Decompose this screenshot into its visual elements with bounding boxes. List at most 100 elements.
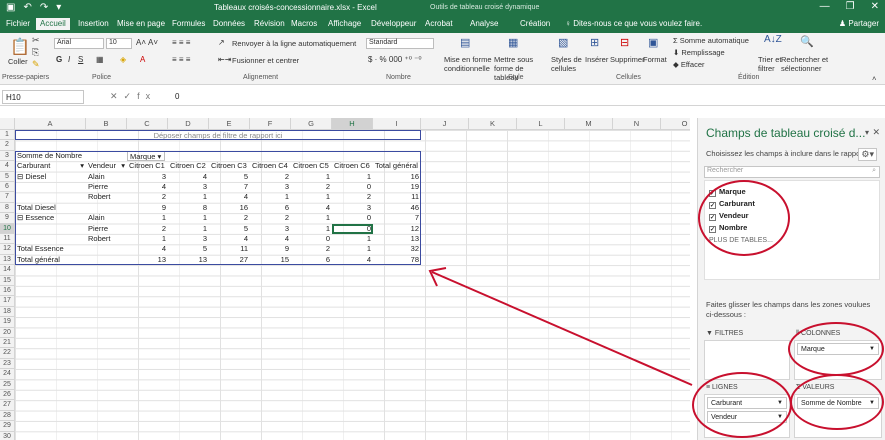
underline-icon[interactable]: S	[78, 55, 83, 64]
column-header-c[interactable]: C	[127, 118, 168, 130]
format-cells-button[interactable]: Format	[643, 55, 667, 64]
align-left-icon[interactable]: ≡ ≡ ≡	[172, 55, 190, 64]
tell-me-search[interactable]: ♀ Dites-nous ce que vous voulez faire.	[565, 19, 702, 28]
row-header-29[interactable]: 29	[0, 421, 15, 432]
font-size-select[interactable]: 10	[106, 38, 132, 49]
bold-icon[interactable]: G	[56, 55, 62, 64]
pane-close-icon[interactable]: ✕	[872, 127, 880, 138]
tab-creation[interactable]: Création	[520, 19, 550, 28]
wrap-text-button[interactable]: Renvoyer à la ligne automatiquement	[232, 39, 356, 48]
row-header-6[interactable]: 6	[0, 182, 15, 193]
row-header-17[interactable]: 17	[0, 296, 15, 307]
column-header-m[interactable]: M	[565, 118, 613, 130]
merge-center-button[interactable]: Fusionner et centrer	[232, 56, 299, 65]
save-icon[interactable]: ▣	[6, 2, 15, 13]
conditional-format-icon[interactable]: ▤	[460, 36, 470, 49]
tab-mise-en-page[interactable]: Mise en page	[117, 19, 165, 28]
column-header-a[interactable]: A	[15, 118, 86, 130]
field-search-input[interactable]: Rechercher ⌕	[704, 166, 880, 178]
gear-icon[interactable]: ⚙▾	[858, 148, 877, 161]
clear-button[interactable]: ◆ Effacer	[673, 60, 704, 69]
row-header-10[interactable]: 10	[0, 223, 15, 234]
spreadsheet-grid[interactable]: ABCDEFGHIJKLMNO 1 2 3 4 5 6 7 8 9 10 11 12 13 14 15 16 1…	[0, 118, 690, 440]
row-header-25[interactable]: 25	[0, 379, 15, 390]
row-header-18[interactable]: 18	[0, 306, 15, 318]
fill-color-icon[interactable]: ◈	[120, 55, 126, 64]
autosum-button[interactable]: Σ Somme automatique	[673, 36, 749, 45]
fill-button[interactable]: ⬇ Remplissage	[673, 48, 725, 57]
align-top-icon[interactable]: ≡ ≡ ≡	[172, 38, 190, 47]
row-header-7[interactable]: 7	[0, 192, 15, 203]
row-header-16[interactable]: 16	[0, 286, 15, 297]
tab-acrobat[interactable]: Acrobat	[425, 19, 453, 28]
sort-filter-icon[interactable]: A↓Z	[764, 34, 782, 45]
tab-developpeur[interactable]: Développeur	[371, 19, 416, 28]
minimize-icon[interactable]: —	[820, 1, 830, 12]
row-header-28[interactable]: 28	[0, 410, 15, 422]
borders-icon[interactable]: ▦	[96, 55, 104, 64]
column-header-b[interactable]: B	[86, 118, 127, 130]
row-header-30[interactable]: 30	[0, 431, 15, 440]
row-header-24[interactable]: 24	[0, 369, 15, 380]
orientation-icon[interactable]: ↗	[218, 38, 225, 47]
cut-icon[interactable]: ✂	[32, 35, 40, 46]
format-cells-icon[interactable]: ▣	[648, 36, 658, 49]
fx-icon[interactable]: fx	[137, 91, 156, 101]
column-header-n[interactable]: N	[613, 118, 661, 130]
row-header-21[interactable]: 21	[0, 338, 15, 349]
name-box[interactable]: H10	[2, 90, 84, 104]
number-format-icons[interactable]: $ · % 000 ⁺⁰ ⁻⁰	[368, 55, 422, 64]
row-header-15[interactable]: 15	[0, 275, 15, 286]
row-header-9[interactable]: 9	[0, 213, 15, 224]
column-header-l[interactable]: L	[517, 118, 565, 130]
font-name-select[interactable]: Arial	[54, 38, 104, 49]
column-header-e[interactable]: E	[209, 118, 250, 130]
selected-cell[interactable]	[332, 223, 373, 234]
shrink-font-icon[interactable]: A˅	[148, 38, 158, 47]
indent-icon[interactable]: ⇤⇥	[218, 55, 231, 64]
formula-input[interactable]: 0	[175, 92, 179, 101]
select-all-corner[interactable]	[0, 118, 15, 130]
font-color-icon[interactable]: A	[140, 55, 145, 64]
row-header-11[interactable]: 11	[0, 234, 15, 245]
collapse-ribbon-icon[interactable]: ˄	[872, 74, 876, 83]
column-header-f[interactable]: F	[250, 118, 291, 130]
column-header-o[interactable]: O	[661, 118, 690, 130]
tab-formules[interactable]: Formules	[172, 19, 205, 28]
row-header-19[interactable]: 19	[0, 317, 15, 328]
tab-affichage[interactable]: Affichage	[328, 19, 361, 28]
row-header-3[interactable]: 3	[0, 150, 15, 162]
paste-icon[interactable]: 📋	[10, 37, 30, 57]
delete-cells-button[interactable]: Supprimer	[610, 55, 645, 64]
row-header-1[interactable]: 1	[0, 130, 15, 141]
cell-styles-icon[interactable]: ▧	[558, 36, 568, 49]
row-header-26[interactable]: 26	[0, 390, 15, 401]
formula-buttons[interactable]: ✕✓fx	[110, 91, 156, 102]
grow-font-icon[interactable]: A˄	[136, 38, 146, 47]
find-select-button[interactable]: Rechercher et sélectionner	[781, 55, 829, 73]
column-header-i[interactable]: I	[373, 118, 421, 130]
tab-revision[interactable]: Révision	[254, 19, 285, 28]
row-header-27[interactable]: 27	[0, 400, 15, 411]
delete-cells-icon[interactable]: ⊟	[620, 36, 629, 49]
tab-insertion[interactable]: Insertion	[78, 19, 109, 28]
pane-options-icon[interactable]: ▾	[865, 128, 869, 137]
tab-fichier[interactable]: Fichier	[6, 19, 30, 28]
italic-icon[interactable]: I	[68, 55, 70, 64]
row-header-22[interactable]: 22	[0, 348, 15, 359]
row-header-20[interactable]: 20	[0, 327, 15, 338]
share-button[interactable]: ♟ Partager	[839, 19, 879, 28]
insert-cells-icon[interactable]: ⊞	[590, 36, 599, 49]
row-header-23[interactable]: 23	[0, 358, 15, 370]
format-table-icon[interactable]: ▦	[508, 36, 518, 49]
insert-cells-button[interactable]: Insérer	[585, 55, 608, 64]
column-header-k[interactable]: K	[469, 118, 517, 130]
tab-accueil[interactable]: Accueil	[36, 18, 70, 30]
tab-macros[interactable]: Macros	[291, 19, 317, 28]
row-header-14[interactable]: 14	[0, 265, 15, 276]
row-header-8[interactable]: 8	[0, 202, 15, 214]
format-painter-icon[interactable]: ✎	[32, 59, 40, 70]
row-header-13[interactable]: 13	[0, 254, 15, 266]
row-header-4[interactable]: 4	[0, 161, 15, 172]
column-header-j[interactable]: J	[421, 118, 469, 130]
